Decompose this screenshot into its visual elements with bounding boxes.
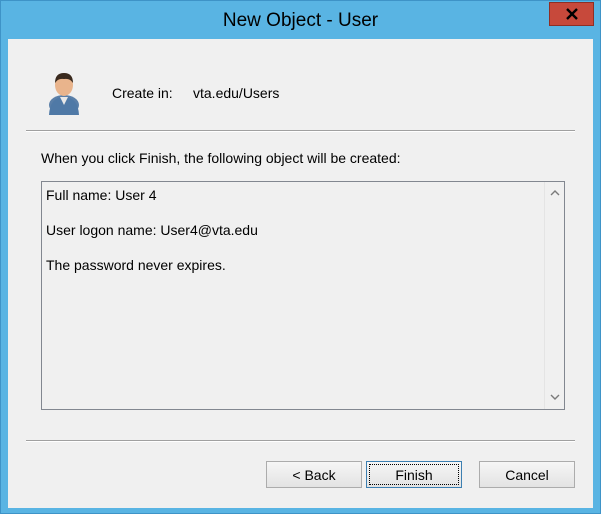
scroll-up-button[interactable] — [545, 183, 564, 202]
dialog-body: Create in: vta.edu/Users When you click … — [8, 39, 593, 508]
close-icon — [565, 8, 578, 20]
separator — [26, 440, 575, 442]
intro-text: When you click Finish, the following obj… — [41, 150, 401, 166]
summary-full-name: Full name: User 4 — [46, 187, 157, 203]
close-button[interactable] — [549, 2, 594, 26]
finish-button[interactable]: Finish — [366, 461, 462, 488]
dialog-window: New Object - User Create in: vta.edu/Use… — [0, 0, 601, 514]
separator — [26, 130, 575, 132]
focus-ring — [369, 464, 459, 485]
back-button-label: < Back — [292, 466, 336, 483]
create-in-label: Create in: — [112, 85, 173, 101]
summary-password: The password never expires. — [46, 257, 226, 273]
window-title: New Object - User — [222, 10, 379, 31]
user-icon — [49, 73, 79, 115]
title-bar[interactable]: New Object - User — [1, 1, 600, 38]
chevron-up-icon — [550, 190, 559, 196]
summary-textbox[interactable]: Full name: User 4 User logon name: User4… — [41, 181, 565, 410]
cancel-button-label: Cancel — [505, 466, 549, 483]
scroll-down-button[interactable] — [545, 388, 564, 407]
create-in-path: vta.edu/Users — [193, 85, 280, 101]
vertical-scrollbar[interactable] — [544, 182, 564, 409]
summary-logon-name: User logon name: User4@vta.edu — [46, 222, 258, 238]
back-button[interactable]: < Back — [266, 461, 362, 488]
chevron-down-icon — [550, 394, 559, 400]
cancel-button[interactable]: Cancel — [479, 461, 575, 488]
